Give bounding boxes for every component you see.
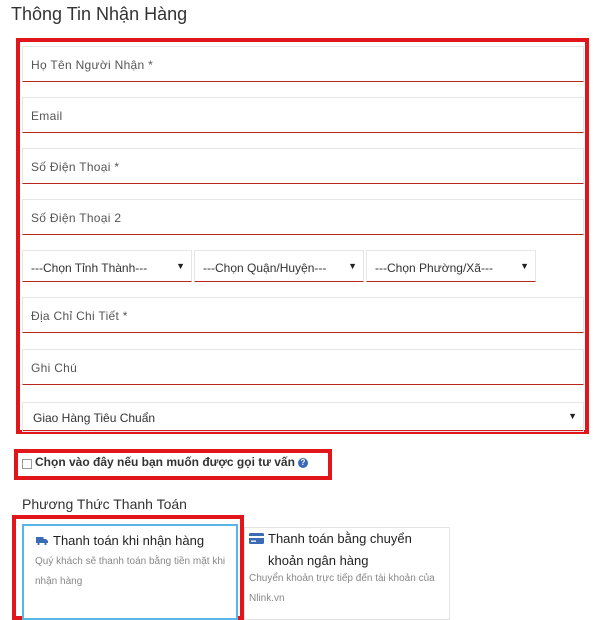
ward-select-label: ---Chọn Phường/Xã--- [375, 261, 493, 275]
address-field[interactable]: Địa Chỉ Chi Tiết * [22, 297, 584, 333]
truck-icon [36, 537, 48, 545]
note-field[interactable]: Ghi Chú [22, 349, 584, 385]
consult-label[interactable]: Chọn vào đây nếu bạn muốn được gọi tư vấ… [35, 455, 295, 469]
email-placeholder: Email [31, 109, 63, 123]
province-select-label: ---Chọn Tỉnh Thành--- [31, 261, 148, 275]
bank-transfer-description: Chuyển khoản trực tiếp đến tài khoản của… [249, 573, 435, 604]
credit-card-icon [249, 533, 264, 544]
caret-down-icon: ▼ [176, 261, 185, 271]
note-placeholder: Ghi Chú [31, 361, 78, 375]
caret-down-icon: ▼ [520, 261, 529, 271]
question-circle-icon[interactable]: ? [298, 458, 308, 468]
phone-placeholder: Số Điện Thoại * [31, 160, 120, 174]
caret-down-icon: ▼ [348, 261, 357, 271]
recipient-name-placeholder: Họ Tên Người Nhận * [31, 58, 154, 72]
district-select[interactable]: ---Chọn Quận/Huyện--- ▼ [194, 250, 364, 282]
province-select[interactable]: ---Chọn Tỉnh Thành--- ▼ [22, 250, 192, 282]
phone-field[interactable]: Số Điện Thoại * [22, 148, 584, 184]
consult-checkbox[interactable] [22, 459, 32, 469]
ward-select[interactable]: ---Chọn Phường/Xã--- ▼ [366, 250, 536, 282]
phone2-placeholder: Số Điện Thoại 2 [31, 211, 122, 225]
email-field[interactable]: Email [22, 97, 584, 133]
shipping-method-select[interactable]: Giao Hàng Tiêu Chuẩn ▼ [22, 402, 584, 432]
cod-title: Thanh toán khi nhận hàng [53, 533, 205, 548]
payment-option-bank-transfer[interactable]: Thanh toán bằng chuyển khoản ngân hàng C… [244, 527, 450, 620]
district-select-label: ---Chọn Quận/Huyện--- [203, 261, 327, 275]
caret-down-icon: ▼ [568, 411, 577, 421]
payment-method-title: Phương Thức Thanh Toán [22, 496, 187, 512]
phone2-field[interactable]: Số Điện Thoại 2 [22, 199, 584, 235]
bank-transfer-title: Thanh toán bằng chuyển khoản ngân hàng [268, 531, 412, 568]
cod-description: Quý khách sẽ thanh toán bằng tiền mặt kh… [35, 556, 226, 587]
page-title: Thông Tin Nhận Hàng [11, 4, 188, 24]
address-placeholder: Địa Chỉ Chi Tiết * [31, 309, 128, 323]
payment-option-cod[interactable]: Thanh toán khi nhận hàng Quý khách sẽ th… [22, 524, 238, 620]
recipient-name-field[interactable]: Họ Tên Người Nhận * [22, 46, 584, 82]
shipping-method-label: Giao Hàng Tiêu Chuẩn [33, 411, 156, 425]
